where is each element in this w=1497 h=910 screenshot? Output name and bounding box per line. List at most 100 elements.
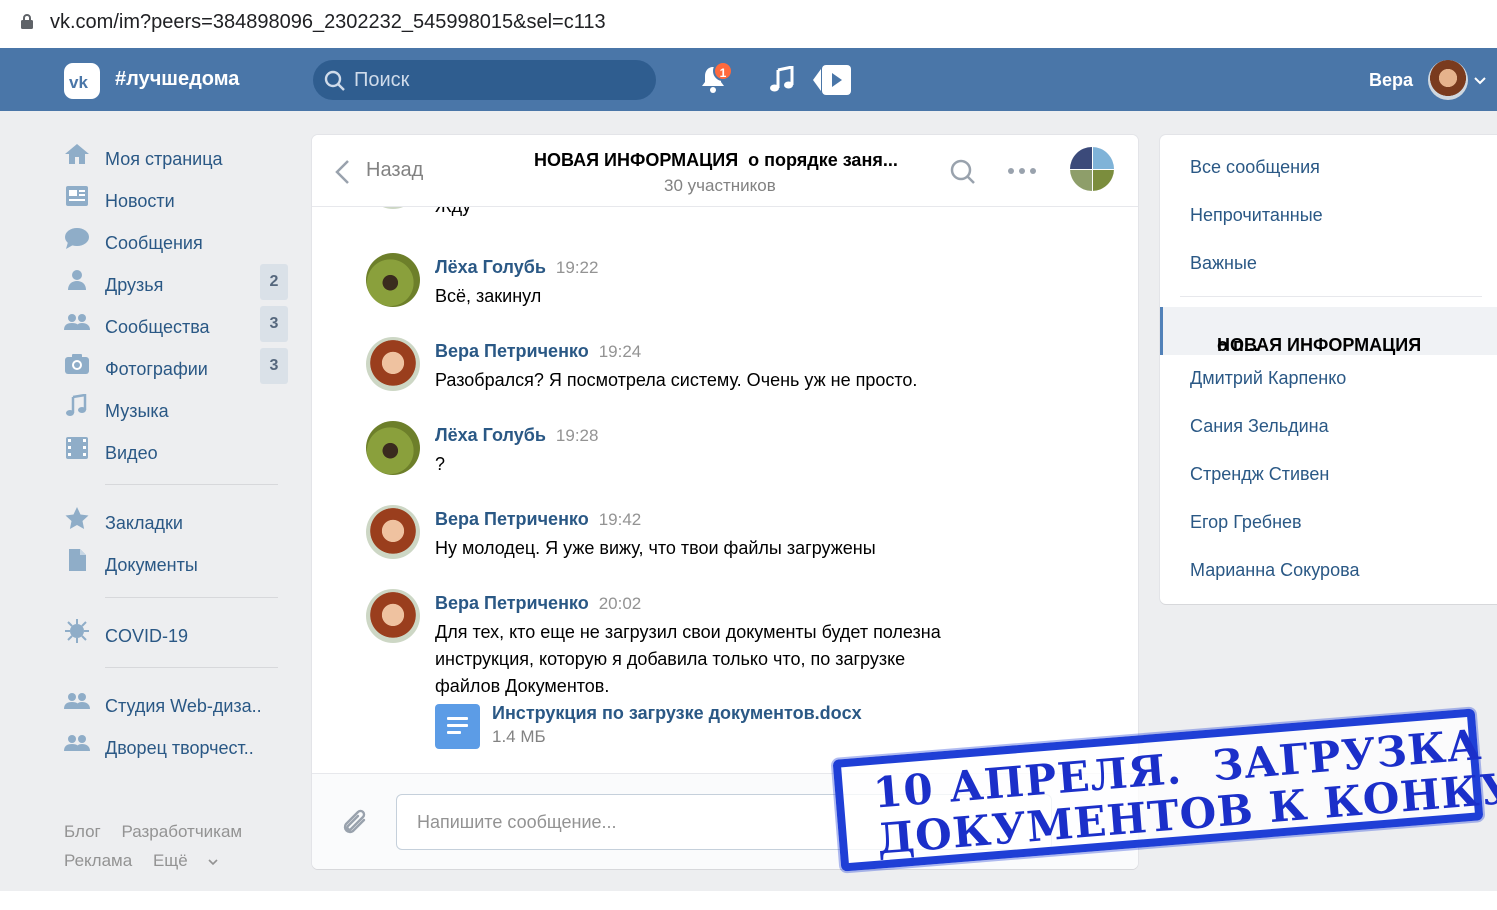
menu-dialog[interactable]: Дмитрий Карпенко: [1190, 368, 1346, 389]
sidebar-item-label: Дворец творчест..: [105, 738, 254, 758]
menu-unread[interactable]: Непрочитанные: [1190, 205, 1323, 226]
message-line: файлов Документов.: [435, 676, 610, 696]
menu-active-dialog[interactable]: НОВАЯ ИНФОРМАЦИЯ о п...: [1160, 307, 1497, 355]
footer-link-blog[interactable]: Блог: [64, 822, 101, 841]
footer-link-ads[interactable]: Реклама: [64, 851, 132, 870]
sidebar-item-label: Фотографии: [105, 359, 208, 379]
author-name: Вера Петриченко: [435, 341, 589, 361]
sidebar-item-video[interactable]: Видео: [60, 432, 290, 464]
message-line: инструкция, которую я добавила только чт…: [435, 649, 906, 669]
sidebar-item-label: Студия Web-диза..: [105, 696, 262, 716]
footer-links: Блог Разработчикам Реклама Ещё: [64, 817, 258, 875]
avatar[interactable]: [366, 421, 420, 475]
top-header: vk #лучшедома Поиск 1 Вера: [0, 48, 1497, 111]
back-button[interactable]: Назад: [366, 159, 423, 182]
avatar[interactable]: [366, 207, 420, 209]
browser-address-bar[interactable]: vk.com/im?peers=384898096_2302232_545998…: [0, 0, 1497, 48]
message-time: 19:22: [555, 258, 599, 277]
sidebar-item-music[interactable]: Музыка: [60, 390, 290, 422]
sidebar-item-label: COVID-19: [105, 626, 189, 646]
chevron-down-icon[interactable]: [1474, 77, 1486, 85]
chevron-left-icon[interactable]: [334, 159, 350, 185]
sidebar-item-label: Закладки: [105, 513, 183, 533]
user-avatar[interactable]: [1428, 60, 1468, 100]
search-icon: [324, 70, 345, 91]
author-name: Лёха Голубь: [435, 425, 546, 445]
message-time: 19:28: [555, 426, 599, 445]
lock-icon: [21, 14, 33, 29]
attachment-name[interactable]: Инструкция по загрузке документов.docx: [492, 703, 862, 724]
sidebar-item-label: Моя страница: [105, 149, 223, 169]
message-text: Жду: [435, 207, 1035, 220]
sidebar-item-label: Друзья: [105, 275, 164, 295]
footer-link-developers[interactable]: Разработчикам: [121, 822, 242, 841]
author-name: Лёха Голубь: [435, 257, 546, 277]
sidebar-item-photos[interactable]: Фотографии 3: [60, 348, 290, 384]
browser-url[interactable]: vk.com/im?peers=384898096_2302232_545998…: [50, 11, 606, 34]
document-icon: [69, 549, 86, 571]
menu-dialog[interactable]: Марианна Сокурова: [1190, 560, 1359, 581]
sidebar-item-label: Сообщества: [105, 317, 210, 337]
participants-count[interactable]: 30 участников: [664, 176, 776, 196]
brand-hashtag[interactable]: #лучшедома: [115, 68, 239, 91]
music-player-icon[interactable]: [768, 66, 796, 94]
search-placeholder: Поиск: [354, 69, 410, 91]
chat-title-bold: НОВАЯ ИНФОРМАЦИЯ: [534, 150, 739, 170]
message-author[interactable]: Вера Петриченко 19:24: [435, 341, 641, 362]
sidebar-item-groups[interactable]: Сообщества 3: [60, 306, 290, 342]
news-icon: [66, 186, 88, 206]
chat-title-rest: о порядке заня...: [748, 150, 898, 170]
menu-divider: [1180, 296, 1482, 297]
camera-icon: [65, 354, 89, 374]
search-icon[interactable]: [950, 159, 976, 185]
avatar[interactable]: [366, 589, 420, 643]
video-player-icon[interactable]: [813, 65, 853, 95]
sidebar-item-documents[interactable]: Документы: [60, 544, 290, 576]
footer-more-label: Ещё: [152, 851, 188, 870]
sidebar-item-news[interactable]: Новости: [60, 180, 290, 212]
notifications-button[interactable]: 1: [699, 61, 733, 96]
menu-dialog[interactable]: Стрендж Стивен: [1190, 464, 1329, 485]
user-name[interactable]: Вера: [1369, 70, 1413, 91]
sidebar-item-my-page[interactable]: Моя страница: [60, 138, 290, 170]
chat-avatar[interactable]: [1070, 147, 1114, 191]
message-author[interactable]: Лёха Голубь 19:28: [435, 425, 598, 446]
avatar[interactable]: [366, 253, 420, 307]
notifications-badge: 1: [713, 61, 733, 81]
sidebar-item-messages[interactable]: Сообщения: [60, 222, 290, 254]
sidebar-item-label: Документы: [105, 555, 198, 575]
vk-logo-icon: vk: [69, 73, 88, 91]
sidebar-divider: [105, 667, 278, 668]
avatar[interactable]: [366, 505, 420, 559]
more-icon[interactable]: [1008, 168, 1036, 174]
groups-icon: [64, 693, 90, 709]
message-time: 19:24: [598, 342, 642, 361]
sidebar-item-label: Сообщения: [105, 233, 203, 253]
sidebar-item-bookmarks[interactable]: Закладки: [60, 502, 290, 534]
menu-important[interactable]: Важные: [1190, 253, 1257, 274]
sidebar-item-group-web-studio[interactable]: Студия Web-диза..: [60, 685, 290, 717]
menu-dialog[interactable]: Сания Зельдина: [1190, 416, 1329, 437]
vk-logo[interactable]: vk: [64, 63, 100, 99]
menu-all-messages[interactable]: Все сообщения: [1190, 157, 1320, 178]
document-attachment[interactable]: Инструкция по загрузке документов.docx 1…: [435, 703, 935, 754]
chat-title[interactable]: НОВАЯ ИНФОРМАЦИЯ о порядке заня...: [534, 150, 914, 171]
sidebar-item-label: Видео: [105, 443, 158, 463]
message-line: Для тех, кто еще не загрузил свои докуме…: [435, 622, 941, 642]
groups-icon: [64, 735, 90, 751]
menu-dialog[interactable]: Егор Гребнев: [1190, 512, 1302, 533]
footer-link-more[interactable]: Ещё: [153, 851, 219, 870]
sidebar-item-group-palace[interactable]: Дворец творчест..: [60, 727, 290, 759]
sidebar-item-covid[interactable]: COVID-19: [60, 615, 290, 647]
sidebar-item-friends[interactable]: Друзья 2: [60, 264, 290, 300]
search-box[interactable]: Поиск: [313, 60, 656, 100]
sidebar-divider: [105, 484, 278, 485]
message-author[interactable]: Вера Петриченко 19:42: [435, 509, 641, 530]
message-author[interactable]: Лёха Голубь 19:22: [435, 257, 598, 278]
page-bottom-strip: [0, 891, 1497, 910]
message-author[interactable]: Вера Петриченко 20:02: [435, 593, 641, 614]
message-list[interactable]: Жду Лёха Голубь 19:22 Всё, закинул Вера П…: [312, 207, 1138, 773]
dialogs-menu: Все сообщения Непрочитанные Важные НОВАЯ…: [1160, 135, 1497, 604]
paperclip-icon[interactable]: [340, 806, 372, 840]
avatar[interactable]: [366, 337, 420, 391]
